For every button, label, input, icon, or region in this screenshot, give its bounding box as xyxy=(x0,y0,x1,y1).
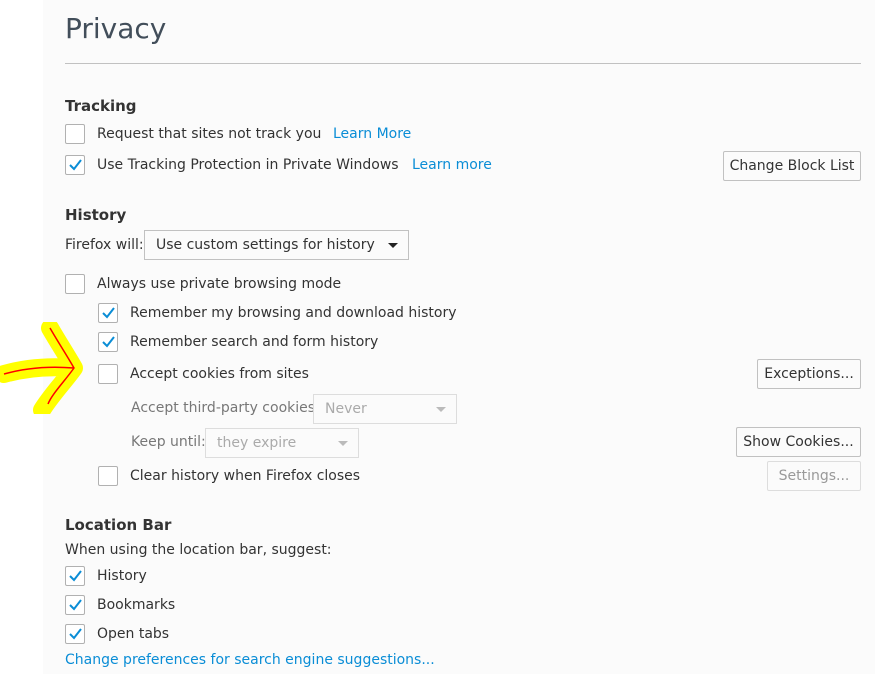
always-private-label: Always use private browsing mode xyxy=(97,276,342,292)
checkmark-icon xyxy=(102,307,115,319)
always-private-checkbox[interactable] xyxy=(65,274,85,294)
suggest-bookmarks-checkbox[interactable] xyxy=(65,595,85,615)
checkmark-icon xyxy=(69,159,82,171)
checkmark-icon xyxy=(69,628,82,640)
dropdown-arrow-icon xyxy=(388,243,398,248)
third-party-label: Accept third-party cookies: xyxy=(131,400,320,416)
tracking-protection-checkbox[interactable] xyxy=(65,155,85,175)
dropdown-arrow-icon xyxy=(436,407,446,412)
remember-search-checkbox[interactable] xyxy=(98,332,118,352)
page-title: Privacy xyxy=(65,12,167,45)
tracking-heading: Tracking xyxy=(65,97,137,115)
divider xyxy=(65,63,861,64)
checkmark-icon xyxy=(69,599,82,611)
clear-history-label: Clear history when Firefox closes xyxy=(130,468,361,484)
annotation-arrow xyxy=(0,322,83,414)
checkmark-icon xyxy=(69,570,82,582)
location-bar-heading: Location Bar xyxy=(65,516,172,534)
checkmark-icon xyxy=(102,336,115,348)
search-engine-preferences-link[interactable]: Change preferences for search engine sug… xyxy=(65,652,435,668)
suggest-open-tabs-checkbox[interactable] xyxy=(65,624,85,644)
tracking-protection-label: Use Tracking Protection in Private Windo… xyxy=(97,157,399,173)
history-mode-value: Use custom settings for history xyxy=(156,237,375,253)
suggest-history-checkbox[interactable] xyxy=(65,566,85,586)
exceptions-button[interactable]: Exceptions... xyxy=(757,359,861,389)
clear-history-checkbox[interactable] xyxy=(98,466,118,486)
suggest-history-label: History xyxy=(97,568,147,584)
third-party-value: Never xyxy=(325,401,367,417)
tracking-protection-learn-more-link[interactable]: Learn more xyxy=(412,157,492,173)
dropdown-arrow-icon xyxy=(338,441,348,446)
history-mode-select[interactable]: Use custom settings for history xyxy=(144,230,409,260)
dnt-label: Request that sites not track you xyxy=(97,126,322,142)
suggest-open-tabs-label: Open tabs xyxy=(97,626,170,642)
history-heading: History xyxy=(65,206,127,224)
change-block-list-button[interactable]: Change Block List xyxy=(723,151,861,181)
keep-until-value: they expire xyxy=(217,435,297,451)
keep-until-select[interactable]: they expire xyxy=(205,428,359,458)
settings-button[interactable]: Settings... xyxy=(767,461,861,491)
firefox-will-label: Firefox will: xyxy=(65,237,144,253)
suggest-label: When using the location bar, suggest: xyxy=(65,542,332,558)
show-cookies-button[interactable]: Show Cookies... xyxy=(736,427,861,457)
keep-until-label: Keep until: xyxy=(131,434,206,450)
dnt-checkbox[interactable] xyxy=(65,124,85,144)
third-party-select[interactable]: Never xyxy=(313,394,457,424)
remember-browsing-label: Remember my browsing and download histor… xyxy=(130,305,457,321)
remember-search-label: Remember search and form history xyxy=(130,334,379,350)
suggest-bookmarks-label: Bookmarks xyxy=(97,597,176,613)
remember-browsing-checkbox[interactable] xyxy=(98,303,118,323)
dnt-learn-more-link[interactable]: Learn More xyxy=(333,126,411,142)
accept-cookies-label: Accept cookies from sites xyxy=(130,366,309,382)
accept-cookies-checkbox[interactable] xyxy=(98,364,118,384)
